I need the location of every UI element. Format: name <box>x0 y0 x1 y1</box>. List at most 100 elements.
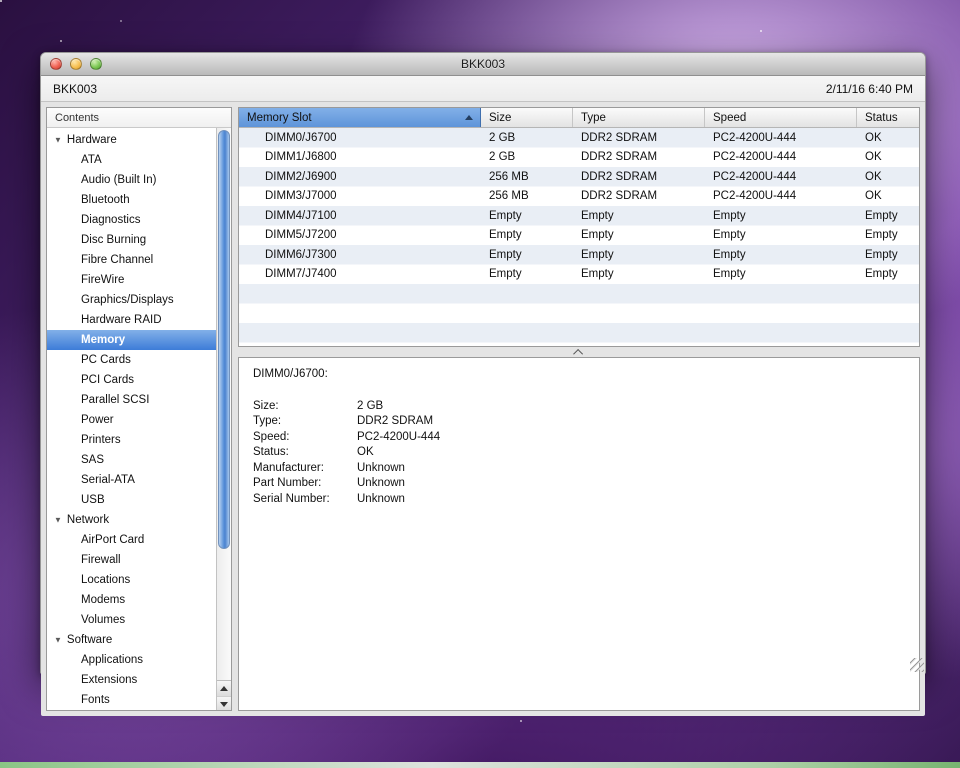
detail-field: Manufacturer: Unknown <box>253 460 905 476</box>
system-profiler-window: BKK003 BKK003 2/11/16 6:40 PM Contents ▼… <box>40 52 926 716</box>
detail-field-label: Serial Number: <box>253 492 330 505</box>
sidebar-section-label: Software <box>66 634 113 646</box>
sidebar-list: ▼ Hardware ATA Audio (Built In) Bluetooth Dia… <box>47 128 231 710</box>
scroll-up-button[interactable] <box>217 681 231 696</box>
table-row[interactable]: DIMM7/J7400 Empty Empty Empty Empty <box>239 265 919 285</box>
sidebar-section-hardware[interactable]: ▼ Hardware <box>47 130 231 150</box>
sidebar-item-modems[interactable]: Modems <box>47 590 231 610</box>
sidebar-item-parallel-scsi[interactable]: Parallel SCSI <box>47 390 231 410</box>
sidebar-scrollbar[interactable] <box>216 128 231 710</box>
sidebar-item-serial-ata[interactable]: Serial-ATA <box>47 470 231 490</box>
detail-field-label: Size: <box>253 399 279 412</box>
sidebar-item-power[interactable]: Power <box>47 410 231 430</box>
scroll-down-button[interactable] <box>217 696 231 710</box>
sidebar-item-diagnostics[interactable]: Diagnostics <box>47 210 231 230</box>
column-header-type[interactable]: Type <box>573 108 705 127</box>
table-cell: Empty <box>489 209 522 222</box>
sidebar-item-pc-cards[interactable]: PC Cards <box>47 350 231 370</box>
table-cell: PC2-4200U-444 <box>713 131 797 144</box>
sidebar-section-network[interactable]: ▼ Network <box>47 510 231 530</box>
sidebar-item-applications[interactable]: Applications <box>47 650 231 670</box>
sidebar-section-software[interactable]: ▼ Software <box>47 630 231 650</box>
column-header-memory-slot[interactable]: Memory Slot <box>239 108 481 127</box>
sidebar-item-label: FireWire <box>81 274 125 286</box>
sidebar-item-printers[interactable]: Printers <box>47 430 231 450</box>
sidebar-item-label: Locations <box>81 574 131 586</box>
sidebar-item-extensions[interactable]: Extensions <box>47 670 231 690</box>
table-row[interactable]: DIMM5/J7200 Empty Empty Empty Empty <box>239 226 919 246</box>
table-cell: Empty <box>713 209 746 222</box>
disclosure-triangle-icon[interactable]: ▼ <box>54 135 62 144</box>
disclosure-triangle-icon[interactable]: ▼ <box>54 635 62 644</box>
column-header-size[interactable]: Size <box>481 108 573 127</box>
arrow-up-icon <box>220 686 228 691</box>
column-header-speed[interactable]: Speed <box>705 108 857 127</box>
sidebar-item-fibre-channel[interactable]: Fibre Channel <box>47 250 231 270</box>
arrow-down-icon <box>220 701 228 707</box>
sidebar-item-graphics-displays[interactable]: Graphics/Displays <box>47 290 231 310</box>
table-row[interactable]: DIMM4/J7100 Empty Empty Empty Empty <box>239 206 919 226</box>
sidebar-item-memory[interactable]: Memory <box>47 330 231 350</box>
zoom-button[interactable] <box>90 58 102 70</box>
detail-field-label: Speed: <box>253 430 290 443</box>
sidebar-item-firewire[interactable]: FireWire <box>47 270 231 290</box>
sidebar-item-airport-card[interactable]: AirPort Card <box>47 530 231 550</box>
sidebar-header: Contents <box>47 108 231 128</box>
sidebar-item-label: Applications <box>81 654 144 666</box>
column-header-label: Type <box>581 111 606 124</box>
sidebar-item-label: Power <box>81 414 114 426</box>
sidebar-item-fonts[interactable]: Fonts <box>47 690 231 710</box>
sidebar-item-label: Modems <box>81 594 126 606</box>
detail-field-label: Status: <box>253 446 289 459</box>
sidebar-item-hardware-raid[interactable]: Hardware RAID <box>47 310 231 330</box>
detail-field: Part Number: Unknown <box>253 476 905 492</box>
table-row[interactable]: DIMM6/J7300 Empty Empty Empty Empty <box>239 245 919 265</box>
table-cell: Empty <box>581 248 614 261</box>
column-header-status[interactable]: Status <box>857 108 919 127</box>
sidebar-item-volumes[interactable]: Volumes <box>47 610 231 630</box>
detail-field-label: Type: <box>253 415 282 428</box>
sidebar-item-bluetooth[interactable]: Bluetooth <box>47 190 231 210</box>
table-cell: 256 MB <box>489 170 529 183</box>
table-cell: Empty <box>713 268 746 281</box>
disclosure-triangle-icon[interactable]: ▼ <box>54 515 62 524</box>
table-row[interactable]: DIMM0/J6700 2 GB DDR2 SDRAM PC2-4200U-444 OK <box>239 128 919 148</box>
minimize-button[interactable] <box>70 58 82 70</box>
sidebar-item-label: ATA <box>81 154 102 166</box>
table-header-row: Memory Slot Size Type Speed Status <box>239 108 919 128</box>
detail-field-value: PC2-4200U-444 <box>357 430 441 443</box>
sidebar-item-sas[interactable]: SAS <box>47 450 231 470</box>
column-header-label: Status <box>865 111 898 124</box>
detail-field: Type: DDR2 SDRAM <box>253 414 905 430</box>
table-row[interactable]: DIMM1/J6800 2 GB DDR2 SDRAM PC2-4200U-444 OK <box>239 148 919 168</box>
table-row[interactable]: DIMM2/J6900 256 MB DDR2 SDRAM PC2-4200U-444… <box>239 167 919 187</box>
table-cell: OK <box>865 151 882 164</box>
table-row[interactable]: DIMM3/J7000 256 MB DDR2 SDRAM PC2-4200U-444… <box>239 187 919 207</box>
sidebar-item-label: Extensions <box>81 674 138 686</box>
detail-field-value: Unknown <box>357 492 405 505</box>
window-titlebar[interactable]: BKK003 <box>41 53 925 76</box>
pane-divider[interactable] <box>238 347 920 359</box>
sidebar-item-firewall[interactable]: Firewall <box>47 550 231 570</box>
resize-grip[interactable] <box>910 658 924 672</box>
sidebar-item-disc-burning[interactable]: Disc Burning <box>47 230 231 250</box>
sidebar-item-label: SAS <box>81 454 105 466</box>
sidebar-item-locations[interactable]: Locations <box>47 570 231 590</box>
traffic-lights <box>50 58 102 70</box>
sidebar-item-label: Diagnostics <box>81 214 141 226</box>
table-cell: Empty <box>581 229 614 242</box>
sidebar-item-label: Volumes <box>81 614 126 626</box>
sidebar-item-pci-cards[interactable]: PCI Cards <box>47 370 231 390</box>
scrollbar-arrows <box>217 680 231 710</box>
table-cell: PC2-4200U-444 <box>713 151 797 164</box>
scrollbar-thumb[interactable] <box>218 130 230 550</box>
table-cell: Empty <box>489 248 522 261</box>
table-cell: 2 GB <box>489 131 516 144</box>
sidebar-item-usb[interactable]: USB <box>47 490 231 510</box>
memory-slot-table: Memory Slot Size Type Speed Status DIMM0/J67… <box>238 107 920 347</box>
table-cell: PC2-4200U-444 <box>713 190 797 203</box>
close-button[interactable] <box>50 58 62 70</box>
sidebar-item-audio-built-in[interactable]: Audio (Built In) <box>47 170 231 190</box>
sidebar-item-ata[interactable]: ATA <box>47 150 231 170</box>
info-bar: BKK003 2/11/16 6:40 PM <box>41 76 925 102</box>
